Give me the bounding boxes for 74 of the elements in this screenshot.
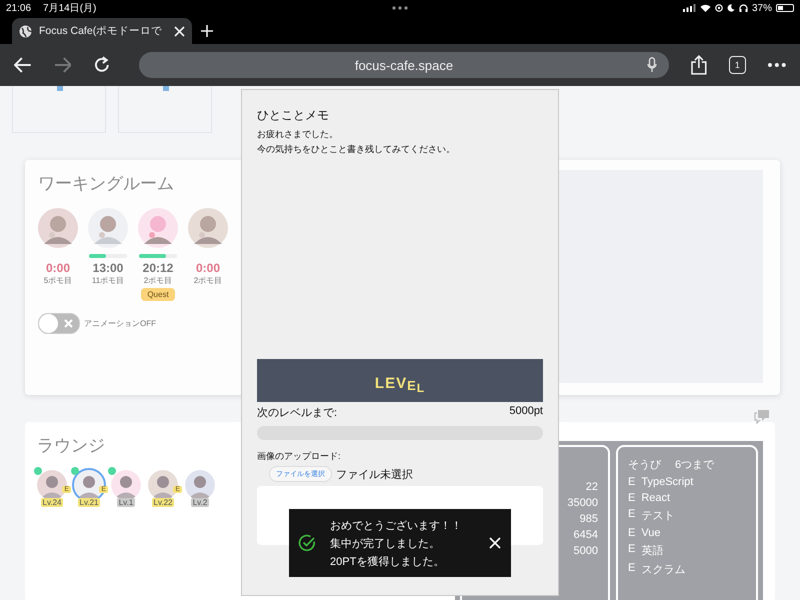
upload-label: 画像のアップロード:	[257, 450, 342, 463]
more-icon[interactable]	[768, 63, 786, 67]
share-icon[interactable]	[690, 55, 707, 75]
globe-icon	[19, 24, 32, 38]
next-level-label: 次のレベルまで:	[257, 406, 338, 420]
level-label: Lv.24	[40, 498, 64, 507]
equipped-mark: E	[628, 543, 636, 557]
animation-toggle[interactable]	[38, 313, 80, 334]
pomodoro-count: 2ポモ目	[194, 275, 222, 286]
stat-value: 6454	[574, 529, 598, 541]
level-label: Lv.22	[152, 498, 174, 507]
pomodoro-count: 2ポモ目	[144, 275, 172, 286]
timer-text: 0:00	[196, 261, 220, 275]
dialog-text: お疲れさまでした。	[257, 128, 339, 141]
equipped-mark: E	[628, 492, 636, 504]
battery-icon	[776, 4, 794, 12]
equipment-name: Vue	[641, 527, 661, 539]
moon-icon	[726, 4, 735, 12]
circle-icon	[714, 4, 723, 12]
stat-value: 5000	[574, 545, 598, 557]
file-status: ファイル未選択	[336, 468, 413, 482]
tab-count-button[interactable]: 1	[728, 56, 746, 74]
equipment-name: React	[641, 492, 670, 504]
level-label: Lv.2	[190, 498, 210, 507]
forward-arrow-icon[interactable]	[54, 57, 72, 73]
equipped-mark: E	[628, 508, 636, 522]
equipment-name: スクラム	[641, 563, 686, 577]
timer-text: 13:00	[92, 261, 124, 275]
stat-value: 22	[586, 481, 598, 493]
level-banner: LEVEL	[257, 359, 543, 402]
equipped-mark: E	[628, 562, 636, 576]
equipment-limit: 6つまで	[675, 458, 714, 472]
next-level-points: 5000pt	[509, 405, 543, 419]
more-dots-icon	[392, 6, 408, 10]
progress-track	[139, 254, 177, 258]
address-bar[interactable]: focus-cafe.space	[139, 52, 669, 78]
status-date: 7月14日(月)	[43, 2, 96, 15]
dialog-text: 今の気持ちをひとこと書き残してみてください。	[257, 143, 456, 156]
section-title: ワーキングルーム	[38, 173, 174, 195]
pomodoro-count: 5ポモ目	[44, 275, 72, 286]
equipment-name: 英語	[641, 544, 664, 558]
equipment-name: TypeScript	[641, 476, 694, 488]
level-label: Lv.21	[78, 498, 100, 507]
check-circle-icon	[298, 534, 316, 552]
dialog-title: ひとことメモ	[257, 107, 330, 124]
equipped-mark: E	[628, 527, 636, 539]
signal-icon	[682, 4, 696, 12]
equipped-mark: E	[628, 476, 636, 488]
stat-value: 985	[580, 513, 598, 525]
toast-message: 集中が完了しました。	[330, 536, 441, 550]
progress-track	[89, 254, 127, 258]
cross-icon	[64, 319, 73, 328]
new-tab-icon[interactable]	[201, 25, 213, 37]
quest-badge[interactable]: Quest	[141, 288, 175, 301]
microphone-icon[interactable]	[646, 57, 657, 73]
stat-value: 35000	[567, 497, 598, 509]
timer-text: 20:12	[142, 261, 174, 275]
status-time: 21:06	[6, 2, 32, 14]
equipment-name: テスト	[641, 509, 674, 523]
close-icon[interactable]	[174, 26, 185, 36]
battery-percent: 37%	[752, 2, 772, 14]
equipment-title: そうび	[628, 458, 661, 472]
section-title: ラウンジ	[37, 435, 105, 457]
toggle-label: アニメーションOFF	[84, 318, 156, 329]
browser-tab[interactable]: Focus Cafe(ポモドーロで	[12, 18, 192, 44]
pomodoro-count: 11ポモ目	[92, 275, 124, 286]
timer-text: 0:00	[46, 261, 70, 275]
toast-message: おめでとうございます！！	[330, 518, 463, 532]
toast-message: 20PTを獲得しました。	[330, 554, 446, 568]
reload-icon[interactable]	[93, 56, 112, 74]
wifi-icon	[700, 4, 711, 12]
back-arrow-icon[interactable]	[14, 57, 32, 73]
headphones-icon	[738, 4, 748, 12]
level-label: Lv.1	[116, 498, 136, 507]
